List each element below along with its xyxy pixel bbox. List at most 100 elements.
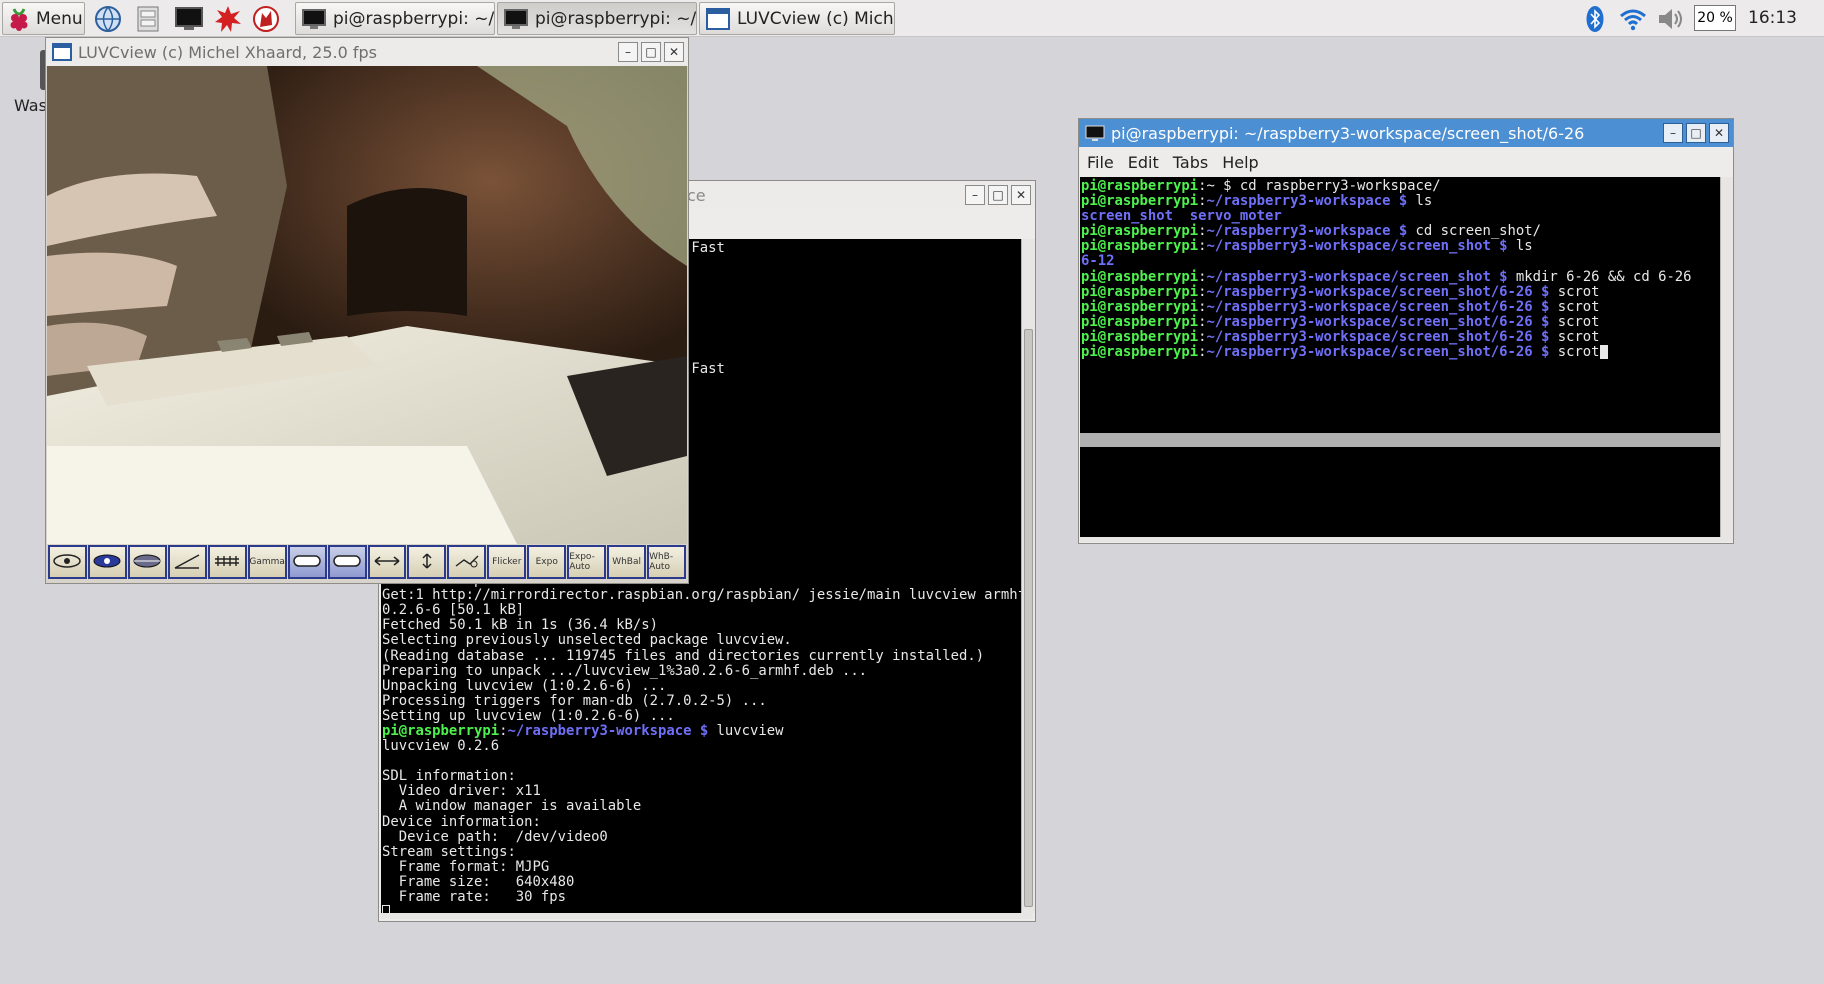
terminal-line: pi@raspberrypi:~/raspberry3-workspace/sc… — [1081, 268, 1720, 285]
taskbar-task-terminal-2[interactable]: pi@raspberrypi: ~/ras... — [497, 2, 697, 35]
terminal-text: scrot — [1549, 328, 1600, 345]
terminal-text: scrot — [1549, 344, 1600, 361]
desktop-icon-label: Was — [14, 96, 47, 115]
webcam-video-feed — [47, 66, 687, 544]
terminal-text: cd screen_shot/ — [1407, 223, 1541, 240]
terminal-text: scrot — [1549, 283, 1600, 300]
terminal-text: pi@raspberrypi — [382, 723, 500, 739]
close-button[interactable]: ✕ — [664, 42, 684, 62]
scrollbar[interactable] — [1720, 177, 1733, 541]
title-bar[interactable]: pi@raspberrypi: ~/raspberry3-workspace/s… — [1079, 119, 1733, 147]
luvcview-tool-button[interactable] — [207, 545, 247, 579]
luvcview-tool-button[interactable] — [127, 545, 167, 579]
wifi-icon[interactable] — [1618, 4, 1648, 33]
terminal-icon — [504, 8, 528, 29]
luvcview-tool-button[interactable]: Expo — [527, 545, 567, 579]
menu-tabs[interactable]: Tabs — [1173, 153, 1208, 172]
maximize-button[interactable]: □ — [1686, 123, 1706, 143]
terminal-text: servo_moter — [1189, 208, 1282, 225]
luvcview-tool-button[interactable]: WhB-Auto — [647, 545, 686, 579]
luvcview-tool-button[interactable] — [287, 545, 327, 579]
taskbar-task-terminal-1[interactable]: pi@raspberrypi: ~/ras... — [295, 2, 495, 35]
bluetooth-icon[interactable] — [1584, 4, 1606, 33]
terminal-text: Stream settings: — [382, 843, 516, 860]
terminal-text: scrot — [1549, 298, 1600, 315]
terminal-text: ~/raspberry3-workspace $ — [507, 723, 709, 739]
terminal-text: ~/raspberry3-workspace/screen_shot/6-26 … — [1206, 298, 1550, 315]
terminal-text: Device information: — [382, 813, 541, 830]
menu-edit[interactable]: Edit — [1128, 153, 1159, 172]
wolfram-launcher[interactable] — [252, 2, 284, 35]
file-manager-launcher[interactable] — [136, 2, 166, 35]
terminal-line: Fetched 50.1 kB in 1s (36.4 kB/s) — [382, 618, 1021, 633]
capsule-icon — [332, 552, 362, 572]
terminal-line: pi@raspberrypi:~/raspberry3-workspace $ … — [382, 723, 1021, 739]
terminal-text: A window manager is available — [382, 798, 642, 815]
terminal-text: pi@raspberrypi — [1081, 283, 1199, 300]
luvcview-tool-button[interactable] — [87, 545, 127, 579]
terminal-launcher[interactable] — [174, 2, 208, 35]
luvcview-tool-button[interactable] — [48, 545, 87, 579]
terminal-icon — [1085, 125, 1105, 141]
terminal-line: 6-12 — [1081, 254, 1720, 269]
terminal-window-right[interactable]: pi@raspberrypi: ~/raspberry3-workspace/s… — [1078, 118, 1734, 544]
luvcview-tool-button[interactable] — [407, 545, 447, 579]
close-button[interactable]: ✕ — [1011, 185, 1031, 205]
terminal-output[interactable]: pi@raspberrypi :~ $ cd raspberry3-workspa… — [1080, 177, 1720, 541]
close-button[interactable]: ✕ — [1709, 123, 1729, 143]
clock[interactable]: 16:13 — [1748, 0, 1797, 37]
terminal-line: Device information: — [382, 813, 1021, 830]
terminal-text: mkdir 6-26 && cd 6-26 — [1507, 268, 1692, 285]
terminal-text: :~ $ cd raspberry3-workspace/ — [1198, 178, 1441, 194]
minimize-button[interactable]: – — [965, 185, 985, 205]
luvcview-tool-button[interactable]: Flicker — [487, 545, 527, 579]
terminal-line: Video driver: x11 — [382, 784, 1021, 799]
luvcview-tool-button[interactable]: Gamma — [247, 545, 287, 579]
terminal-text: ~/raspberry3-workspace $ — [1206, 193, 1408, 210]
bars-icon — [212, 552, 242, 572]
terminal-icon — [302, 8, 326, 29]
menu-bar: File Edit Tabs Help — [1079, 147, 1733, 177]
luvcview-tool-button[interactable]: WhBal — [607, 545, 647, 579]
terminal-line: pi@raspberrypi:~/raspberry3-workspace/sc… — [1081, 328, 1720, 345]
menu-button[interactable]: Menu — [2, 2, 85, 35]
terminal-line: pi@raspberrypi:~ $ cd raspberry3-workspa… — [1081, 178, 1720, 194]
luvcview-tool-button[interactable] — [327, 545, 367, 579]
terminal-icon — [175, 6, 203, 30]
terminal-line: Unpacking luvcview (1:0.2.6-6) ... — [382, 678, 1021, 694]
minimize-button[interactable]: – — [1663, 123, 1683, 143]
web-browser-launcher[interactable] — [94, 2, 128, 35]
terminal-text: 6-12 — [1081, 253, 1115, 270]
maximize-button[interactable]: □ — [988, 185, 1008, 205]
taskbar-task-luvcview[interactable]: LUVCview (c) Michel ... — [699, 2, 895, 35]
terminal-text: pi@raspberrypi — [1081, 328, 1199, 345]
menu-file[interactable]: File — [1087, 153, 1114, 172]
terminal-text: Device path: /dev/video0 — [382, 828, 608, 845]
terminal-text: ls — [1407, 193, 1433, 210]
taskbar: Menu pi@raspberrypi: ~/ras... pi — [0, 0, 1824, 37]
title-bar[interactable]: LUVCview (c) Michel Xhaard, 25.0 fps – □… — [46, 38, 688, 66]
luvcview-tool-button[interactable]: Expo-Auto — [567, 545, 607, 579]
minimize-button[interactable]: – — [618, 42, 638, 62]
terminal-text: Preparing to unpack .../luvcview_1%3a0.2… — [382, 662, 868, 679]
volume-icon[interactable] — [1656, 4, 1686, 33]
terminal-text: ~/raspberry3-workspace $ — [1206, 223, 1408, 240]
terminal-text: pi@raspberrypi — [1081, 268, 1199, 285]
terminal-line: Device path: /dev/video0 — [382, 828, 1021, 845]
scrollbar[interactable] — [1021, 239, 1035, 913]
scrollbar-thumb[interactable] — [1024, 329, 1033, 907]
terminal-text: ~/raspberry3-workspace/screen_shot $ — [1206, 238, 1508, 255]
terminal-text: Frame rate: 30 fps — [382, 889, 566, 906]
terminal-line: pi@raspberrypi:~/raspberry3-workspace/sc… — [1081, 344, 1720, 361]
math-launcher[interactable] — [214, 2, 246, 35]
luvcview-tool-button[interactable] — [447, 545, 487, 579]
tool-button-label: WhB-Auto — [649, 552, 674, 572]
terminal-line: (Reading database ... 119745 files and d… — [382, 648, 1021, 664]
maximize-button[interactable]: □ — [641, 42, 661, 62]
tool-button-label: Expo-Auto — [569, 552, 595, 572]
terminal-line: Get:1 http://mirrordirector.raspbian.org… — [382, 588, 1021, 603]
cpu-monitor[interactable]: 20 % — [1694, 5, 1736, 31]
luvcview-tool-button[interactable] — [367, 545, 407, 579]
luvcview-tool-button[interactable] — [167, 545, 207, 579]
menu-help[interactable]: Help — [1222, 153, 1258, 172]
